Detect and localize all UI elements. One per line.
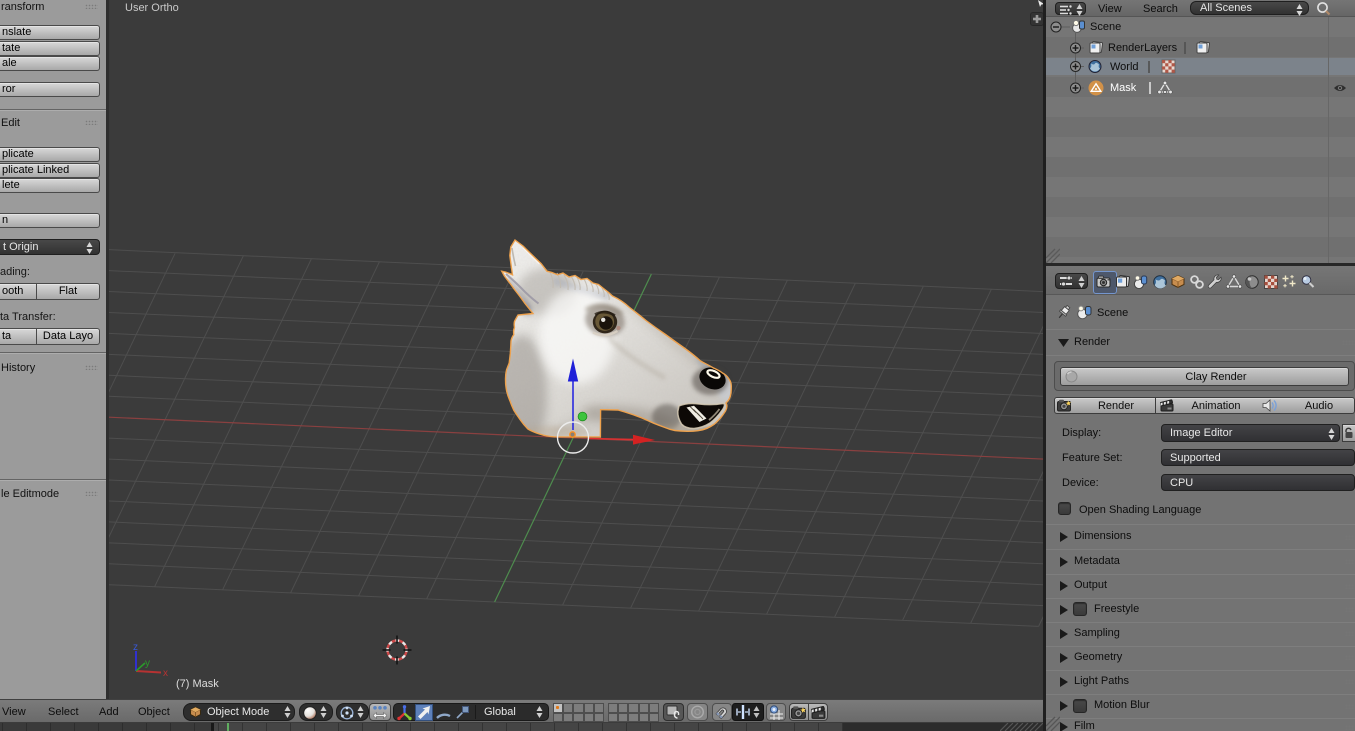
svg-text:y: y — [145, 658, 150, 669]
svg-text:z: z — [133, 642, 138, 653]
svg-text:x: x — [163, 668, 168, 679]
